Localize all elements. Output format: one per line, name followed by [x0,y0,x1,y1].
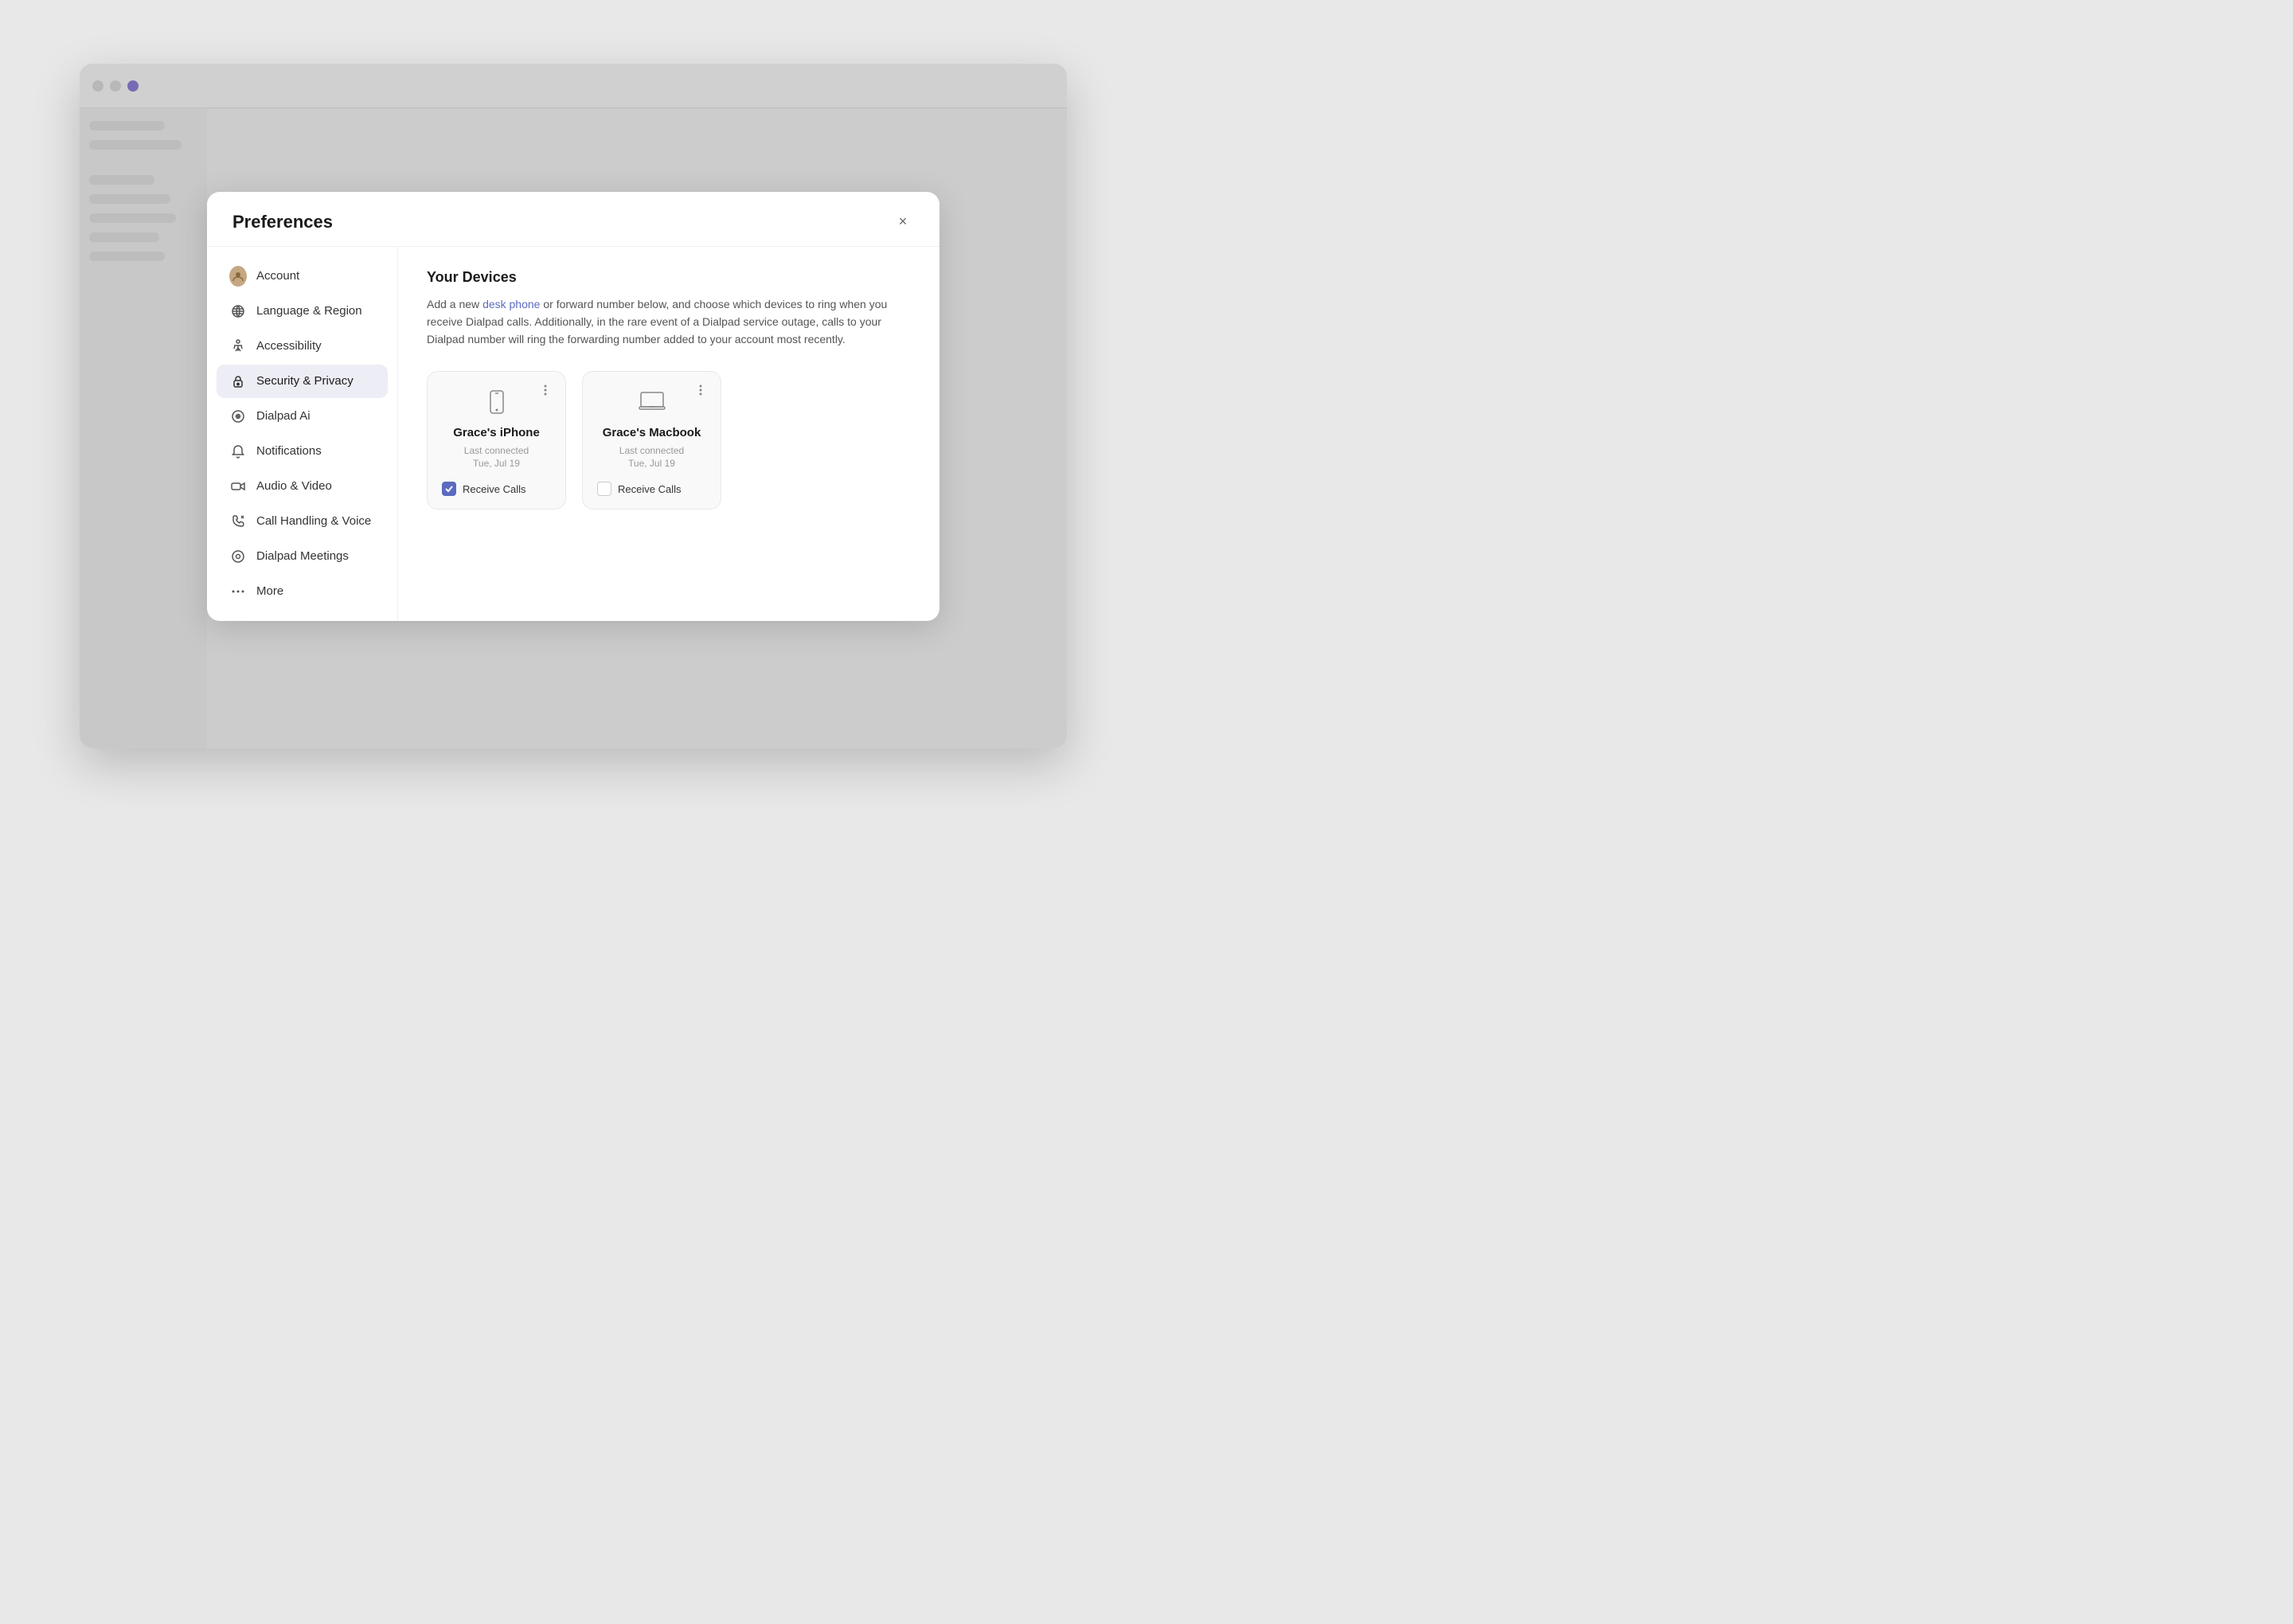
sidebar-item-dialpad-meetings[interactable]: Dialpad Meetings [217,540,388,573]
security-label: Security & Privacy [256,374,354,388]
sidebar-item-security[interactable]: Security & Privacy [217,365,388,398]
sidebar-item-call-handling[interactable]: Call Handling & Voice [217,505,388,538]
account-icon [229,267,247,285]
device-menu-button-iphone[interactable] [535,381,556,402]
sidebar-item-account[interactable]: Account [217,260,388,293]
sidebar-item-audio-video[interactable]: Audio & Video [217,470,388,503]
iphone-receive-calls-checkbox[interactable] [442,482,456,496]
audio-video-icon [229,478,247,495]
modal-title: Preferences [232,212,333,232]
iphone-last-connected-label: Last connected [464,445,529,456]
description-part1: Add a new [427,298,482,310]
preferences-modal: Preferences × [207,192,939,621]
account-label: Account [256,269,299,283]
call-handling-label: Call Handling & Voice [256,514,371,528]
macbook-name: Grace's Macbook [597,426,706,439]
more-label: More [256,584,283,598]
macbook-receive-calls-row: Receive Calls [597,482,706,496]
preferences-nav: Account Language & Region [207,247,398,621]
accessibility-label: Accessibility [256,339,322,353]
section-title: Your Devices [427,269,911,286]
notifications-label: Notifications [256,444,322,458]
macbook-last-connected-label: Last connected [619,445,684,456]
section-description: Add a new desk phone or forward number b… [427,295,911,349]
iphone-name: Grace's iPhone [442,426,551,439]
devices-grid: Grace's iPhone Last connected Tue, Jul 1… [427,371,911,510]
notifications-icon [229,443,247,460]
dialpad-ai-label: Dialpad Ai [256,409,311,423]
macbook-last-connected-date: Tue, Jul 19 [628,458,675,469]
sidebar-item-dialpad-ai[interactable]: Dialpad Ai [217,400,388,433]
macbook-receive-calls-checkbox[interactable] [597,482,611,496]
macbook-receive-calls-label: Receive Calls [618,483,681,495]
iphone-receive-calls-row: Receive Calls [442,482,551,496]
audio-video-label: Audio & Video [256,479,332,493]
iphone-last-connected: Last connected Tue, Jul 19 [442,444,551,471]
accessibility-icon [229,338,247,355]
modal-header: Preferences × [207,192,939,247]
dialpad-ai-icon [229,408,247,425]
more-icon [229,583,247,600]
security-icon [229,373,247,390]
iphone-receive-calls-label: Receive Calls [463,483,525,495]
content-area: Your Devices Add a new desk phone or for… [398,247,939,621]
dialpad-meetings-label: Dialpad Meetings [256,549,349,563]
app-window: Preferences × [80,64,1067,748]
iphone-last-connected-date: Tue, Jul 19 [473,458,520,469]
language-label: Language & Region [256,304,362,318]
call-handling-icon [229,513,247,530]
modal-body: Account Language & Region [207,247,939,621]
device-menu-button-macbook[interactable] [690,381,711,402]
device-card-macbook: Grace's Macbook Last connected Tue, Jul … [582,371,721,510]
modal-overlay: Preferences × [80,64,1067,748]
macbook-last-connected: Last connected Tue, Jul 19 [597,444,706,471]
close-modal-button[interactable]: × [892,211,914,233]
sidebar-item-more[interactable]: More [217,575,388,608]
desk-phone-link[interactable]: desk phone [482,298,540,310]
device-card-iphone: Grace's iPhone Last connected Tue, Jul 1… [427,371,566,510]
dialpad-meetings-icon [229,548,247,565]
sidebar-item-language[interactable]: Language & Region [217,295,388,328]
sidebar-item-notifications[interactable]: Notifications [217,435,388,468]
language-icon [229,303,247,320]
sidebar-item-accessibility[interactable]: Accessibility [217,330,388,363]
